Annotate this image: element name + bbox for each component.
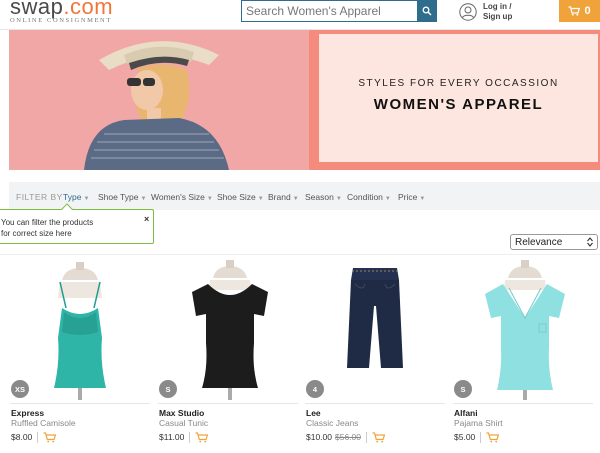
product-name: Ruffled Camisole <box>11 418 76 428</box>
filter-womens-size[interactable]: Women's Size ▼ <box>151 192 213 202</box>
filter-price[interactable]: Price ▼ <box>398 192 425 202</box>
chevron-down-icon: ▼ <box>292 196 299 202</box>
product-brand: Lee <box>306 408 321 418</box>
close-icon[interactable]: × <box>144 214 149 224</box>
tooltip-text: You can filter the products for correct … <box>1 217 131 239</box>
product-brand: Alfani <box>454 408 478 418</box>
add-to-cart-icon[interactable] <box>195 431 209 443</box>
hero-banner[interactable]: STYLES FOR EVERY OCCASSION WOMEN'S APPAR… <box>9 30 600 170</box>
filter-shoe-type[interactable]: Shoe Type ▼ <box>98 192 146 202</box>
sort-select[interactable]: Relevance <box>510 234 598 250</box>
sort-selected-value: Relevance <box>515 236 563 248</box>
select-arrows-icon <box>587 237 593 247</box>
filter-condition-label: Condition <box>347 192 383 202</box>
price-row: $11.00 <box>159 430 209 444</box>
chevron-down-icon: ▼ <box>206 196 213 202</box>
product-name: Pajama Shirt <box>454 418 503 428</box>
product-name: Classic Jeans <box>306 418 359 428</box>
filter-price-label: Price <box>398 192 418 202</box>
filter-brand[interactable]: Brand ▼ <box>268 192 299 202</box>
filter-hint-tooltip: You can filter the products for correct … <box>0 203 154 244</box>
product-divider <box>158 403 298 404</box>
size-badge: XS <box>11 380 29 398</box>
filter-by-label: FILTER BY <box>16 192 63 202</box>
filter-condition[interactable]: Condition ▼ <box>347 192 391 202</box>
filter-shoe-size[interactable]: Shoe Size ▼ <box>217 192 264 202</box>
site-header: swap.com ONLINE CONSIGNMENT Log in / Sig… <box>0 0 600 30</box>
chevron-down-icon: ▼ <box>83 196 90 202</box>
cart-button[interactable]: 0 <box>559 0 600 22</box>
search-icon <box>422 6 432 16</box>
size-badge: S <box>159 380 177 398</box>
cart-icon <box>568 6 581 16</box>
tunic-icon <box>192 260 268 400</box>
banner-kicker: STYLES FOR EVERY OCCASSION <box>358 78 559 89</box>
product-card[interactable]: XS Express Ruffled Camisole $8.00 <box>10 258 150 453</box>
chevron-down-icon: ▼ <box>419 196 426 202</box>
site-logo[interactable]: swap.com ONLINE CONSIGNMENT <box>10 0 113 24</box>
product-price: $10.00 <box>306 432 332 442</box>
results-divider <box>0 254 600 255</box>
product-brand: Express <box>11 408 45 418</box>
search-input[interactable] <box>241 0 417 22</box>
filter-bar: FILTER BY Type ▼ Shoe Type ▼ Women's Size ▼… <box>9 182 600 210</box>
filter-type-label: Type <box>63 192 82 202</box>
login-label: Log in / <box>483 2 512 11</box>
filter-shoe-size-label: Shoe Size <box>217 192 256 202</box>
user-icon <box>459 3 477 21</box>
logo-tagline: ONLINE CONSIGNMENT <box>10 17 112 24</box>
product-price: $5.00 <box>454 432 476 442</box>
product-divider <box>453 403 593 404</box>
search-bar <box>241 0 437 22</box>
filter-season[interactable]: Season ▼ <box>305 192 342 202</box>
chevron-down-icon: ▼ <box>257 196 264 202</box>
chevron-down-icon: ▼ <box>384 196 391 202</box>
price-row: $8.00 <box>11 430 57 444</box>
add-to-cart-icon[interactable] <box>43 431 57 443</box>
product-price: $8.00 <box>11 432 33 442</box>
banner-title: WOMEN'S APPAREL <box>373 96 544 113</box>
filter-womens-size-label: Women's Size <box>151 192 205 202</box>
product-card[interactable]: 4 Lee Classic Jeans $10.00 $56.00 <box>305 258 445 453</box>
original-price: $56.00 <box>335 432 361 442</box>
size-badge: 4 <box>306 380 324 398</box>
product-price: $11.00 <box>159 432 185 442</box>
cart-count: 0 <box>584 5 591 17</box>
login-signup-link[interactable]: Log in / Sign up <box>459 2 529 26</box>
jeans-icon <box>347 268 403 368</box>
tooltip-line-2: for correct size here <box>1 229 72 238</box>
price-separator <box>189 431 191 443</box>
price-row: $5.00 <box>454 430 500 444</box>
filter-season-label: Season <box>305 192 334 202</box>
add-to-cart-icon[interactable] <box>486 431 500 443</box>
price-separator <box>37 431 39 443</box>
product-name: Casual Tunic <box>159 418 209 428</box>
product-divider <box>305 403 445 404</box>
tooltip-line-1: You can filter the products <box>1 218 94 227</box>
model-photo <box>84 41 229 170</box>
signup-label: Sign up <box>483 12 513 21</box>
price-row: $10.00 $56.00 <box>306 430 385 444</box>
filter-brand-label: Brand <box>268 192 291 202</box>
product-card[interactable]: S Max Studio Casual Tunic $11.00 <box>158 258 298 453</box>
price-separator <box>366 431 367 443</box>
shirt-icon <box>485 260 565 400</box>
chevron-down-icon: ▼ <box>140 196 147 202</box>
filter-type[interactable]: Type ▼ <box>63 192 89 202</box>
product-divider <box>10 403 150 404</box>
add-to-cart-icon[interactable] <box>372 431 385 443</box>
price-separator <box>480 431 482 443</box>
chevron-down-icon: ▼ <box>335 196 342 202</box>
product-card[interactable]: S Alfani Pajama Shirt $5.00 <box>453 258 593 453</box>
product-brand: Max Studio <box>159 408 205 418</box>
search-button[interactable] <box>417 0 437 22</box>
camisole-icon <box>54 262 106 400</box>
size-badge: S <box>454 380 472 398</box>
filter-shoe-type-label: Shoe Type <box>98 192 139 202</box>
